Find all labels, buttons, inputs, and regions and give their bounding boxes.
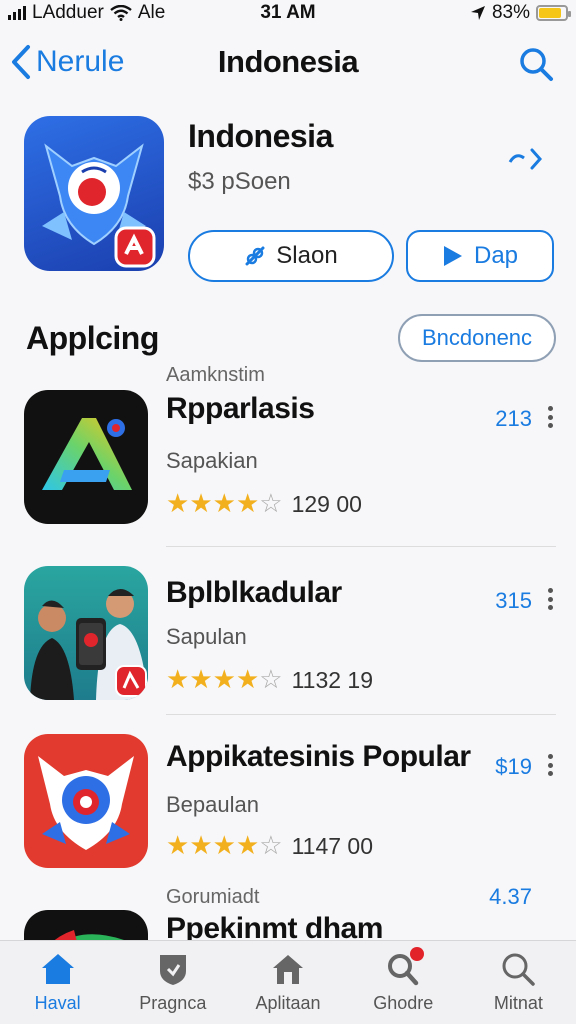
star-filled-icon: ★ bbox=[235, 664, 260, 694]
more-options-icon[interactable] bbox=[546, 754, 554, 776]
featured-secondary-button[interactable]: Slaon bbox=[188, 230, 394, 282]
tab-bar: Haval Pragnca Aplitaan Ghodre Mitnat bbox=[0, 940, 576, 1024]
status-right: 83% bbox=[470, 2, 571, 24]
star-filled-icon: ★ bbox=[212, 664, 236, 694]
star-filled-icon: ★ bbox=[166, 664, 190, 694]
rating-count: 129 00 bbox=[291, 491, 362, 517]
wifi-icon bbox=[110, 5, 132, 21]
network-label: Ale bbox=[137, 2, 166, 23]
star-filled-icon: ★ bbox=[235, 830, 260, 860]
star-empty-icon: ☆ bbox=[259, 488, 283, 518]
section-title: Applcing bbox=[26, 320, 159, 356]
share-arrow-icon[interactable] bbox=[506, 144, 546, 174]
star-filled-icon: ★ bbox=[189, 664, 213, 694]
status-left: LAdduer Ale bbox=[8, 2, 165, 24]
battery-icon bbox=[536, 5, 571, 21]
item-price[interactable]: 315 bbox=[495, 588, 532, 614]
home-icon bbox=[41, 954, 74, 984]
tab-label: Aplitaan bbox=[255, 993, 321, 1013]
item-rating: ★★★★☆ 1132 19 bbox=[166, 666, 373, 695]
play-icon bbox=[443, 246, 462, 266]
app-icon[interactable] bbox=[24, 390, 148, 524]
star-filled-icon: ★ bbox=[166, 488, 190, 518]
house-outline-icon bbox=[273, 955, 303, 984]
divider bbox=[166, 714, 556, 715]
star-empty-icon: ☆ bbox=[259, 830, 283, 860]
star-filled-icon: ★ bbox=[189, 488, 213, 518]
item-category: Aamknstim bbox=[166, 364, 265, 386]
more-options-icon[interactable] bbox=[546, 588, 554, 610]
divider bbox=[166, 546, 556, 547]
featured-primary-label: Dap bbox=[473, 242, 519, 269]
star-filled-icon: ★ bbox=[212, 488, 236, 518]
link-icon bbox=[245, 246, 265, 266]
tab-apps[interactable]: Aplitaan bbox=[230, 941, 345, 1024]
more-options-icon[interactable] bbox=[546, 406, 554, 428]
item-price[interactable]: 213 bbox=[495, 406, 532, 432]
item-rating: ★★★★☆ 129 00 bbox=[166, 490, 362, 519]
star-filled-icon: ★ bbox=[235, 488, 260, 518]
app-icon[interactable] bbox=[24, 566, 148, 700]
search-icon[interactable] bbox=[516, 44, 556, 84]
item-price[interactable]: 4.37 bbox=[489, 884, 532, 910]
rating-stars: ★★★★☆ bbox=[166, 666, 283, 695]
search-icon bbox=[502, 953, 536, 986]
signal-icon bbox=[8, 6, 26, 20]
battery-level bbox=[539, 8, 561, 18]
rating-count: 1132 19 bbox=[291, 667, 373, 693]
page-title: Indonesia bbox=[217, 44, 359, 79]
list-item[interactable]: Bplblkadular Sapulan ★★★★☆ 1132 19 315 bbox=[0, 566, 576, 734]
tab-label: Pragnca bbox=[139, 993, 207, 1013]
tab-home[interactable]: Haval bbox=[0, 941, 115, 1024]
featured-app: Indonesia $3 pSoen Slaon Dap bbox=[0, 112, 576, 292]
location-arrow-icon bbox=[470, 6, 485, 20]
item-subtitle: Sapulan bbox=[166, 624, 247, 649]
tab-label: Haval bbox=[34, 993, 81, 1013]
featured-subtitle: $3 pSoen bbox=[188, 168, 291, 195]
item-category: Gorumiadt bbox=[166, 886, 260, 908]
tab-label: Mitnat bbox=[493, 993, 543, 1013]
star-empty-icon: ☆ bbox=[259, 664, 283, 694]
status-bar: LAdduer Ale 31 AM 83% bbox=[0, 0, 576, 26]
section-see-all-button[interactable]: Bncdonenc bbox=[398, 314, 556, 362]
carrier-label: LAdduer bbox=[32, 2, 104, 23]
star-filled-icon: ★ bbox=[166, 830, 190, 860]
search-badge-icon bbox=[384, 947, 425, 987]
featured-title: Indonesia bbox=[188, 118, 333, 154]
item-rating: ★★★★☆ 1147 00 bbox=[166, 832, 373, 861]
list-item[interactable]: Appikatesinis Popular Bepaulan ★★★★☆ 114… bbox=[0, 734, 576, 902]
featured-secondary-label: Slaon bbox=[276, 242, 338, 269]
star-filled-icon: ★ bbox=[189, 830, 213, 860]
item-price[interactable]: $19 bbox=[495, 754, 532, 780]
tab-label: Ghodre bbox=[373, 993, 434, 1013]
tab-updates[interactable]: Ghodre bbox=[346, 941, 461, 1024]
rating-count: 1147 00 bbox=[291, 833, 373, 859]
tab-search[interactable]: Mitnat bbox=[461, 941, 576, 1024]
battery-percent: 83% bbox=[491, 2, 530, 23]
featured-app-icon[interactable] bbox=[24, 116, 164, 271]
featured-primary-button[interactable]: Dap bbox=[406, 230, 554, 282]
letter-a-logo-icon bbox=[42, 418, 132, 490]
nav-bar: Nerule Indonesia bbox=[0, 30, 576, 94]
mascot-shield-icon bbox=[42, 143, 156, 268]
item-subtitle: Bepaulan bbox=[166, 792, 259, 817]
mascot-shield-red-icon bbox=[38, 756, 134, 850]
item-name: Appikatesinis Popular bbox=[166, 740, 471, 773]
star-filled-icon: ★ bbox=[212, 830, 236, 860]
shield-icon bbox=[159, 955, 186, 985]
item-name: Bplblkadular bbox=[166, 576, 342, 609]
people-photo-icon bbox=[30, 589, 148, 700]
tab-program[interactable]: Pragnca bbox=[115, 941, 230, 1024]
rating-stars: ★★★★☆ bbox=[166, 832, 283, 861]
item-subtitle: Sapakian bbox=[166, 448, 258, 473]
list-item[interactable]: Aamknstim Rpparlasis Sapakian ★★★★☆ 129 … bbox=[0, 358, 576, 547]
item-name: Rpparlasis bbox=[166, 392, 315, 425]
app-icon[interactable] bbox=[24, 734, 148, 868]
rating-stars: ★★★★☆ bbox=[166, 490, 283, 519]
